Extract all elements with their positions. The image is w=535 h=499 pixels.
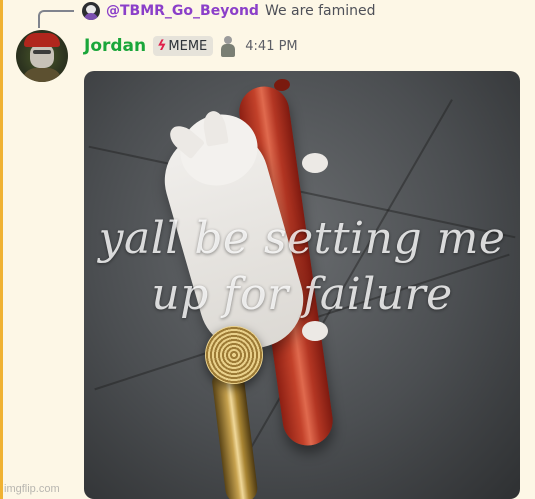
reply-preview[interactable]: @TBMR_Go_Beyond We are famined	[82, 1, 376, 21]
reply-username[interactable]: @TBMR_Go_Beyond	[106, 3, 259, 19]
avatar[interactable]	[16, 30, 68, 82]
role-label: MEME	[168, 38, 208, 54]
role-figure-icon[interactable]	[219, 35, 237, 57]
image-attachment[interactable]: yall be setting me up for failure	[84, 71, 520, 499]
username[interactable]: Jordan	[84, 36, 146, 56]
reply-avatar[interactable]	[82, 2, 100, 20]
timestamp[interactable]: 4:41 PM	[245, 39, 297, 54]
watermark: imgflip.com	[4, 483, 60, 495]
microphone-image	[211, 369, 259, 499]
mention-highlight-bar	[0, 0, 3, 499]
role-badge[interactable]: ϟ MEME	[153, 36, 214, 56]
lightning-bolt-icon: ϟ	[155, 38, 169, 54]
meme-caption: yall be setting me up for failure	[98, 213, 506, 320]
reply-text[interactable]: We are famined	[265, 3, 376, 19]
message-header: Jordan ϟ MEME 4:41 PM	[84, 33, 298, 59]
reply-connector	[38, 10, 74, 28]
